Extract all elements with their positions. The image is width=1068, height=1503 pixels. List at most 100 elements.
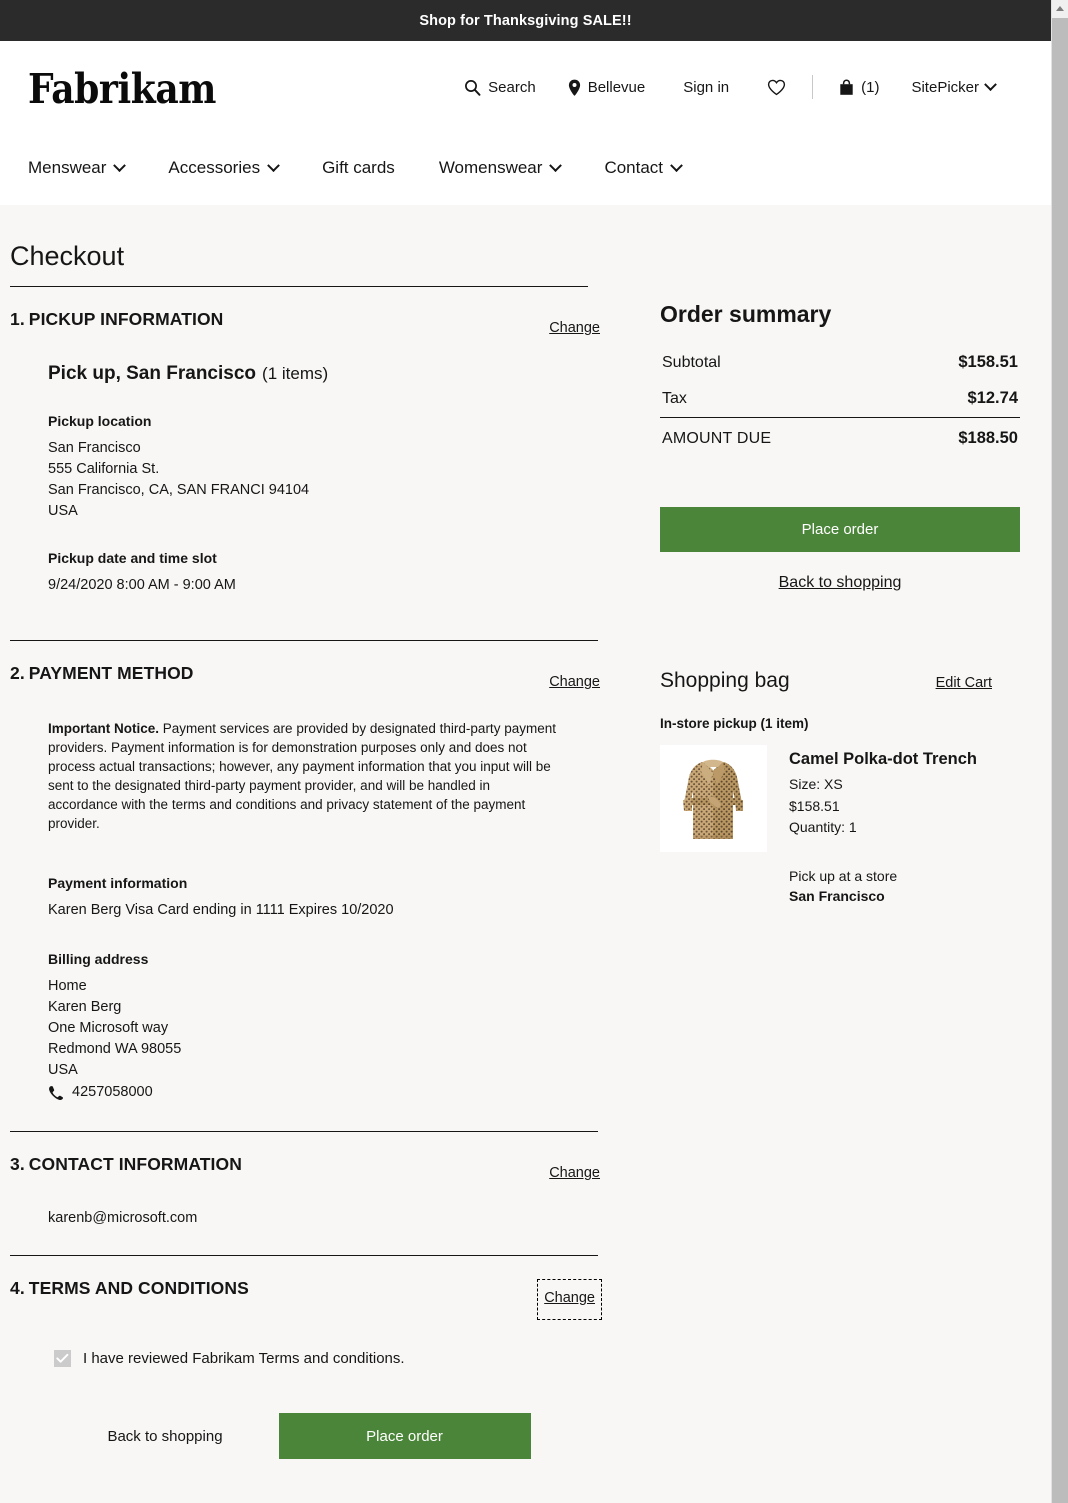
- section-number: 4.: [10, 1278, 25, 1298]
- change-link-wrap: Change: [549, 673, 600, 691]
- section-title-pickup: 1. PICKUP INFORMATION: [10, 309, 223, 330]
- pickup-address-line: 555 California St.: [48, 461, 160, 477]
- change-payment-link[interactable]: Change: [549, 674, 600, 690]
- page-title: Checkout: [10, 205, 588, 287]
- location-pin-icon: [568, 79, 581, 96]
- scrollbar-thumb[interactable]: [1052, 18, 1068, 1503]
- change-pickup-link[interactable]: Change: [549, 320, 600, 336]
- chevron-down-icon: [670, 158, 683, 172]
- main-navigation: Menswear Accessories Gift cards Womenswe…: [0, 133, 1051, 203]
- page-scrollbar[interactable]: [1051, 0, 1068, 1503]
- product-price: $158.51: [789, 797, 840, 814]
- change-terms-link[interactable]: Change: [544, 1290, 595, 1306]
- sign-in-label: Sign in: [683, 78, 730, 96]
- terms-checkbox[interactable]: [54, 1350, 71, 1367]
- place-order-bottom-button[interactable]: Place order: [278, 1413, 531, 1459]
- summary-row-tax: Tax $12.74: [660, 381, 1020, 417]
- scrollbar-up-button[interactable]: [1052, 0, 1068, 17]
- billing-address-line: Redmond WA 98055: [48, 1041, 182, 1057]
- cart-button[interactable]: (1): [823, 73, 895, 102]
- checkout-column: 1. PICKUP INFORMATION Change Pick up, San…: [10, 287, 602, 1469]
- site-picker-button[interactable]: SitePicker: [895, 73, 1011, 102]
- shopping-bag-item: Camel Polka-dot Trench Size: XS $158.51 …: [660, 745, 1020, 906]
- back-to-shopping-bottom-link[interactable]: Back to shopping: [107, 1428, 222, 1445]
- product-size: Size: XS: [789, 776, 843, 792]
- caret-up-icon: [1056, 6, 1064, 11]
- heart-icon: [767, 79, 786, 96]
- pickup-address-line: San Francisco: [48, 440, 141, 456]
- summary-amount: $12.74: [967, 389, 1018, 407]
- cart-count: (1): [861, 78, 880, 96]
- product-name[interactable]: Camel Polka-dot Trench: [789, 750, 977, 769]
- checkout-layout: 1. PICKUP INFORMATION Change Pick up, San…: [0, 287, 1051, 1469]
- summary-total-label: AMOUNT DUE: [662, 430, 772, 447]
- billing-phone-row: 4257058000: [48, 1082, 598, 1103]
- contact-email: karenb@microsoft.com: [48, 1210, 198, 1226]
- site-picker-label: SitePicker: [911, 78, 979, 96]
- section-payment-method: 2. PAYMENT METHOD Change Important Notice…: [10, 641, 600, 1132]
- nav-label: Gift cards: [322, 158, 395, 177]
- payment-notice: Important Notice. Payment services are p…: [48, 719, 563, 833]
- nav-item-gift-cards[interactable]: Gift cards: [300, 148, 417, 188]
- store-location-label: Bellevue: [587, 78, 646, 96]
- nav-item-contact[interactable]: Contact: [582, 148, 703, 188]
- terms-agreement-row[interactable]: I have reviewed Fabrikam Terms and condi…: [10, 1350, 598, 1367]
- terms-checkbox-label: I have reviewed Fabrikam Terms and condi…: [83, 1350, 405, 1367]
- section-number: 2.: [10, 663, 25, 683]
- shopping-bag-group-label: In-store pickup (1 item): [660, 716, 809, 731]
- pickup-item-count: (1 items): [262, 364, 329, 383]
- nav-item-accessories[interactable]: Accessories: [146, 148, 300, 188]
- section-title-terms: 4. TERMS AND CONDITIONS: [10, 1278, 249, 1299]
- nav-label: Contact: [604, 158, 664, 177]
- nav-label: Womenswear: [438, 158, 543, 177]
- section-title-contact: 3. CONTACT INFORMATION: [10, 1154, 242, 1175]
- change-link-wrap: Change: [549, 319, 600, 337]
- page-viewport: Shop for Thanksgiving SALE!! Fabrikam Se…: [0, 0, 1051, 1503]
- product-quantity: Quantity: 1: [789, 819, 857, 835]
- section-title-text: CONTACT INFORMATION: [28, 1154, 242, 1174]
- change-link-wrap: Change: [549, 1164, 600, 1182]
- checkout-bottom-actions: Back to shopping Place order: [10, 1413, 598, 1459]
- product-thumbnail[interactable]: [660, 745, 767, 852]
- store-location-button[interactable]: Bellevue: [552, 73, 662, 102]
- nav-item-womenswear[interactable]: Womenswear: [417, 148, 583, 188]
- payment-notice-text: Payment services are provided by designa…: [48, 721, 556, 831]
- header-divider: [812, 75, 814, 99]
- wishlist-button[interactable]: [751, 73, 802, 102]
- order-summary-title: Order summary: [660, 301, 832, 327]
- section-header: 3. CONTACT INFORMATION Change: [10, 1132, 600, 1182]
- product-pickup-note: Pick up at a store San Francisco: [789, 866, 977, 906]
- product-pickup-store: San Francisco: [789, 887, 885, 904]
- pickup-location-label: Pickup location: [48, 413, 152, 429]
- brand-logo[interactable]: Fabrikam: [28, 68, 216, 110]
- nav-label: Menswear: [28, 158, 107, 177]
- section-title-text: PICKUP INFORMATION: [28, 309, 224, 329]
- order-summary-column: Order summary Subtotal $158.51 Tax $12.7…: [660, 287, 1020, 906]
- chevron-down-icon: [984, 77, 997, 91]
- change-contact-link[interactable]: Change: [549, 1165, 600, 1181]
- promo-banner[interactable]: Shop for Thanksgiving SALE!!: [0, 0, 1051, 41]
- nav-item-menswear[interactable]: Menswear: [28, 148, 146, 188]
- search-button[interactable]: Search: [448, 73, 552, 102]
- place-order-button[interactable]: Place order: [660, 507, 1020, 552]
- billing-address-line: One Microsoft way: [48, 1020, 169, 1036]
- search-icon: [464, 79, 481, 96]
- search-label: Search: [488, 78, 536, 96]
- section-pickup-information: 1. PICKUP INFORMATION Change Pick up, San…: [10, 287, 600, 641]
- section-terms-and-conditions: 4.TERMS AND CONDITIONS Change I have re: [10, 1256, 602, 1459]
- back-to-shopping-link[interactable]: Back to shopping: [660, 574, 1020, 592]
- section-title-text: PAYMENT METHOD: [28, 663, 194, 683]
- pickup-slot-value: 9/24/2020 8:00 AM - 9:00 AM: [48, 577, 236, 593]
- edit-cart-link[interactable]: Edit Cart: [936, 675, 992, 691]
- billing-phone-number: 4257058000: [72, 1084, 153, 1100]
- sign-in-button[interactable]: Sign in: [661, 73, 751, 102]
- section-header: 1. PICKUP INFORMATION Change: [10, 287, 600, 337]
- promo-banner-text: Shop for Thanksgiving SALE!!: [419, 12, 632, 29]
- pickup-body: Pick up, San Francisco (1 items) Pickup l…: [10, 363, 598, 596]
- billing-address-line: USA: [48, 1062, 78, 1078]
- summary-row-amount-due: AMOUNT DUE $188.50: [660, 417, 1020, 457]
- chevron-down-icon: [267, 158, 280, 172]
- page-body: Checkout 1. PICKUP INFORMATION Change Pi…: [0, 205, 1051, 1503]
- payment-information-label: Payment information: [48, 875, 188, 891]
- chevron-down-icon: [113, 158, 127, 172]
